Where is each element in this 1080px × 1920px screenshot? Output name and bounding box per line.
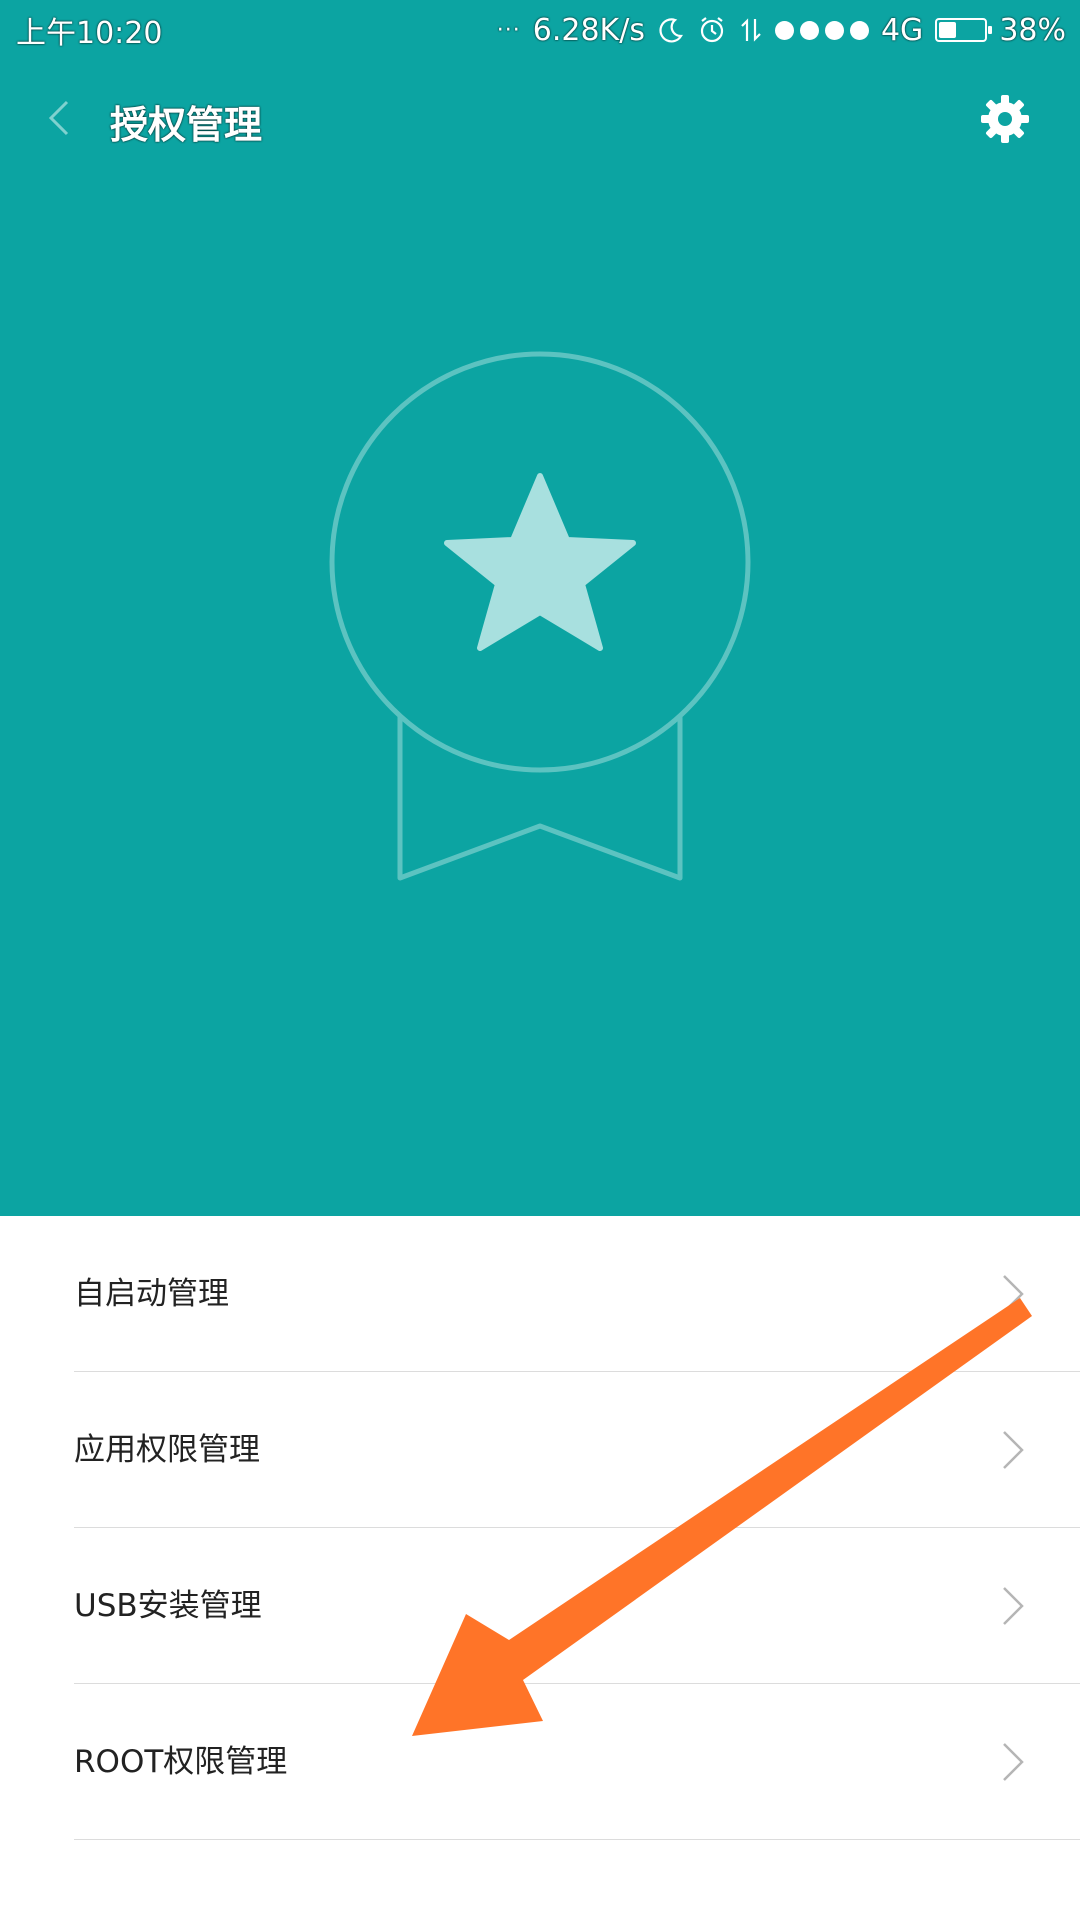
status-bar: 上午10:20 ··· 6.28K/s 4G 38%	[0, 0, 1080, 58]
battery-percent: 38%	[999, 12, 1066, 48]
alarm-icon	[700, 17, 724, 43]
menu-item-usb-install[interactable]: USB安装管理	[0, 1528, 1080, 1684]
menu-item-app-permissions[interactable]: 应用权限管理	[0, 1372, 1080, 1528]
chevron-right-icon	[1003, 1587, 1024, 1625]
gear-icon	[981, 95, 1029, 143]
divider	[74, 1839, 1080, 1840]
medal-star-icon	[329, 351, 751, 881]
menu-item-label: 应用权限管理	[74, 1432, 260, 1468]
moon-icon	[659, 18, 683, 43]
settings-button[interactable]	[978, 92, 1032, 146]
chevron-left-icon	[48, 100, 69, 136]
battery-icon	[935, 18, 993, 42]
status-time: 上午10:20	[16, 16, 163, 51]
title-bar: 授权管理	[0, 72, 1080, 164]
menu-item-root-permissions[interactable]: ROOT权限管理	[0, 1684, 1080, 1840]
menu-item-label: 自启动管理	[74, 1276, 229, 1312]
signal-dots-icon	[774, 20, 869, 40]
menu-list: 自启动管理 应用权限管理 USB安装管理 ROOT权限管理	[0, 1216, 1080, 1840]
back-button[interactable]	[34, 90, 90, 146]
net-speed: 6.28K/s	[532, 12, 645, 48]
chevron-right-icon	[1003, 1743, 1024, 1781]
more-notifications-icon: ···	[496, 17, 521, 43]
menu-item-label: USB安装管理	[74, 1588, 262, 1624]
menu-item-label: ROOT权限管理	[74, 1744, 288, 1780]
chevron-right-icon	[1003, 1275, 1024, 1313]
menu-item-autostart[interactable]: 自启动管理	[0, 1216, 1080, 1372]
chevron-right-icon	[1003, 1431, 1024, 1469]
page-title: 授权管理	[110, 103, 263, 147]
data-arrows-icon	[741, 18, 761, 42]
network-type: 4G	[880, 12, 924, 48]
status-indicators: ··· 6.28K/s 4G 38%	[497, 8, 1066, 52]
